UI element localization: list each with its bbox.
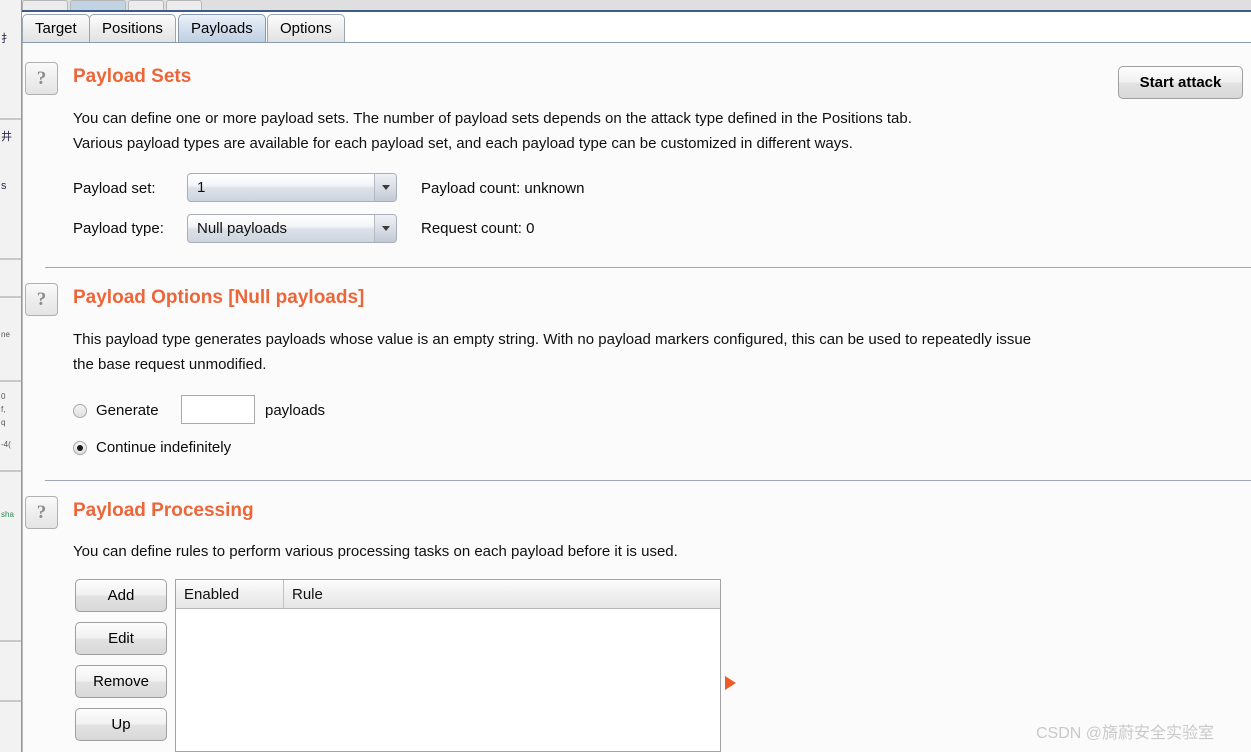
background-tab-3[interactable] xyxy=(128,0,164,10)
help-icon-payload-options[interactable]: ? xyxy=(25,283,58,316)
payload-sets-description-line2: Various payload types are available for … xyxy=(73,135,853,152)
table-body[interactable] xyxy=(176,609,720,751)
up-rule-button[interactable]: Up xyxy=(75,708,167,741)
intruder-tab-bar: Target Positions Payloads Options xyxy=(22,12,1251,43)
start-attack-button[interactable]: Start attack xyxy=(1118,66,1243,99)
generate-suffix-label: payloads xyxy=(265,402,326,419)
request-count-label: Request count: 0 xyxy=(421,220,535,237)
burp-intruder-window: 扌 井 s ne 0 f, q -4( sha Target Positions… xyxy=(0,0,1251,752)
payload-sets-title: Payload Sets xyxy=(73,66,192,87)
section-divider-1 xyxy=(45,267,1251,268)
radio-continue-indefinitely[interactable] xyxy=(73,440,87,455)
tab-options[interactable]: Options xyxy=(267,14,345,42)
column-header-rule[interactable]: Rule xyxy=(284,580,720,608)
tab-positions[interactable]: Positions xyxy=(89,14,176,42)
payload-sets-description-line1: You can define one or more payload sets.… xyxy=(73,110,912,127)
chevron-down-icon[interactable] xyxy=(374,215,396,242)
payload-type-dropdown[interactable]: Null payloads xyxy=(187,214,397,243)
help-icon-payload-processing[interactable]: ? xyxy=(25,496,58,529)
tab-target[interactable]: Target xyxy=(22,14,90,42)
help-icon-payload-sets[interactable]: ? xyxy=(25,62,58,95)
payloads-panel: Start attack ? Payload Sets You can defi… xyxy=(22,43,1251,752)
radio-generate[interactable] xyxy=(73,403,87,418)
background-window-tabstrip xyxy=(0,0,1251,12)
background-tab-4[interactable] xyxy=(166,0,202,10)
payload-type-label: Payload type: xyxy=(73,220,164,237)
payload-type-value: Null payloads xyxy=(197,220,288,237)
payload-set-dropdown[interactable]: 1 xyxy=(187,173,397,202)
add-rule-button[interactable]: Add xyxy=(75,579,167,612)
payload-count-label: Payload count: unknown xyxy=(421,180,585,197)
remove-rule-button[interactable]: Remove xyxy=(75,665,167,698)
chevron-down-icon[interactable] xyxy=(374,174,396,201)
payload-set-value: 1 xyxy=(197,179,206,196)
background-window-edge: 扌 井 s ne 0 f, q -4( sha xyxy=(0,0,22,752)
generate-count-input[interactable] xyxy=(181,395,255,424)
tab-payloads[interactable]: Payloads xyxy=(178,14,266,42)
generate-option-row[interactable]: Generate xyxy=(73,402,159,419)
payload-processing-rules-table[interactable]: Enabled Rule xyxy=(175,579,721,752)
payload-options-description-line2: the base request unmodified. xyxy=(73,356,267,373)
payload-options-description-line1: This payload type generates payloads who… xyxy=(73,331,1032,348)
csdn-watermark: CSDN @旖蔚安全实验室 xyxy=(1036,725,1215,742)
continue-indefinitely-label: Continue indefinitely xyxy=(96,439,232,456)
table-header-row: Enabled Rule xyxy=(176,580,720,609)
section-divider-2 xyxy=(45,480,1251,481)
edit-rule-button[interactable]: Edit xyxy=(75,622,167,655)
continue-option-row[interactable]: Continue indefinitely xyxy=(73,439,231,456)
payload-set-label: Payload set: xyxy=(73,180,156,197)
background-tab-2[interactable] xyxy=(70,0,126,10)
generate-label: Generate xyxy=(96,402,159,419)
payload-processing-title: Payload Processing xyxy=(73,500,254,521)
expand-marker-icon[interactable] xyxy=(725,676,736,690)
column-header-enabled[interactable]: Enabled xyxy=(176,580,284,608)
background-tab-1[interactable] xyxy=(22,0,68,10)
payload-options-title: Payload Options [Null payloads] xyxy=(73,287,365,308)
payload-processing-description-line1: You can define rules to perform various … xyxy=(73,543,678,560)
